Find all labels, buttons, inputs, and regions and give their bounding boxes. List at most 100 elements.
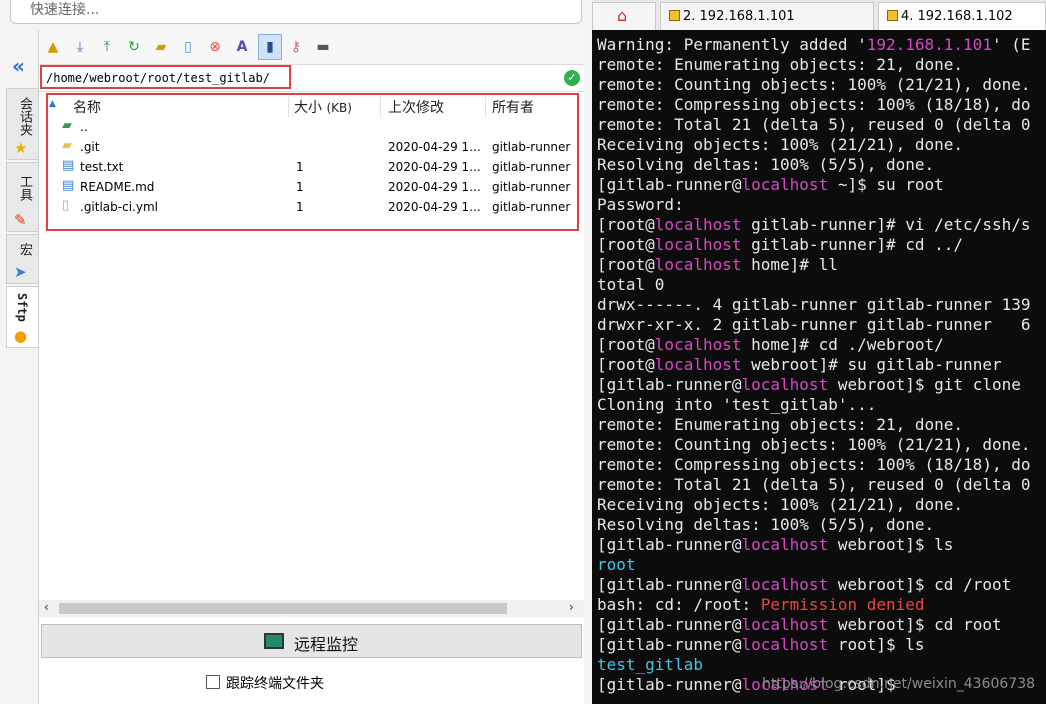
terminal-output[interactable]: Warning: Permanently added '192.168.1.10… [592,30,1046,704]
side-tab-macros[interactable]: 宏 ➤ [6,234,38,284]
terminal-text: gitlab-runner]# vi /etc/ssh/s [741,215,1031,234]
terminal-text: [gitlab-runner@ [597,615,742,634]
terminal-text: Resolving deltas: 100% (5/5), done. [597,155,935,174]
column-owner-header[interactable]: 所有者 [492,97,534,117]
terminal-text: localhost [654,235,742,254]
file-row[interactable]: ▤ README.md 1 2020-04-29 1... gitlab-run… [48,177,577,197]
terminal-text: webroot]$ ls [828,535,954,554]
side-tab-sessions-label: 会话夹 [17,97,32,136]
file-row[interactable]: ▤ test.txt 1 2020-04-29 1... gitlab-runn… [48,157,577,177]
terminal-line: remote: Counting objects: 100% (21/21), … [597,435,1030,455]
terminal-text: localhost [741,375,829,394]
scrollbar-thumb[interactable] [59,603,507,614]
terminal-text: webroot]$ cd /root [828,575,1012,594]
terminal-text: [gitlab-runner@ [597,175,742,194]
terminal-icon[interactable]: ▬ [314,38,332,56]
file-list: ▲ 名称 大小 (KB) 上次修改 所有者 ▰ .. ▰ .git 2020-0… [46,93,579,231]
follow-terminal-checkbox[interactable] [206,675,220,689]
column-name-header[interactable]: 名称 [73,97,101,117]
tab-session-4[interactable]: 4. 192.168.1.102 [878,2,1046,30]
parent-folder-icon[interactable]: ▲ [44,38,62,56]
file-name: .git [80,140,100,154]
side-tab-macros-label: 宏 [17,243,32,256]
terminal-text: webroot]$ git clone [828,375,1021,394]
terminal-line: [gitlab-runner@localhost ~]$ su root [597,175,944,195]
new-file-icon[interactable]: ▯ [179,38,197,56]
path-input[interactable]: /home/webroot/root/test_gitlab/ [40,65,291,89]
terminal-line: [gitlab-runner@localhost webroot]$ cd ro… [597,615,1002,635]
terminal-text: [gitlab-runner@ [597,375,742,394]
terminal-line: remote: Total 21 (delta 5), reused 0 (de… [597,115,1030,135]
session-icon [669,10,680,21]
file-size: 1 [296,180,304,194]
terminal-text: remote: Counting objects: 100% (21/21), … [597,75,1031,94]
side-tab-tools[interactable]: 工具 ✎ [6,162,38,232]
terminal-line: [root@localhost gitlab-runner]# cd ../ [597,235,963,255]
scroll-left-icon[interactable]: ‹ [44,600,49,614]
file-row[interactable]: ▰ .git 2020-04-29 1... gitlab-runner [48,137,577,157]
terminal-text: [root@ [597,355,655,374]
file-name: test.txt [80,160,124,174]
file-owner: gitlab-runner [492,160,571,174]
column-divider [288,97,289,117]
terminal-line: [root@localhost webroot]# su gitlab-runn… [597,355,1002,375]
properties-icon[interactable]: ▮ [258,34,282,60]
scroll-right-icon[interactable]: › [569,600,574,614]
sftp-globe-icon: ● [14,327,28,345]
side-tab-sftp[interactable]: Sftp ● [6,286,38,348]
sftp-panel: 快速连接... « 会话夹 ★ 工具 ✎ 宏 ➤ Sftp ● ▲ ⤓ ⤒ ↻ … [0,0,592,704]
terminal-text: Receiving objects: 100% (21/21), done. [597,495,964,514]
tab-session-2[interactable]: 2. 192.168.1.101 [660,2,874,30]
wrench-icon: ✎ [14,211,27,229]
upload-icon[interactable]: ⤒ [98,38,116,56]
terminal-text: root]$ ls [828,635,925,654]
remote-monitor-button[interactable]: 远程监控 [41,624,582,658]
sftp-toolbar: ▲ ⤓ ⤒ ↻ ▰ ▯ ⊗ A ▮ ⚷ ▬ [39,30,584,65]
file-name: README.md [80,180,155,194]
terminal-text: [root@ [597,335,655,354]
terminal-text: Password: [597,195,684,214]
terminal-line: Warning: Permanently added '192.168.1.10… [597,35,1030,55]
terminal-text: localhost [741,535,829,554]
terminal-line: [root@localhost home]# cd ./webroot/ [597,335,944,355]
delete-icon[interactable]: ⊗ [206,38,224,56]
path-ok-icon[interactable]: ✓ [564,70,580,86]
file-modified: 2020-04-29 1... [388,200,481,214]
terminal-text: Warning: Permanently added ' [597,35,867,54]
terminal-text: remote: Counting objects: 100% (21/21), … [597,435,1031,454]
collapse-sidebar-icon[interactable]: « [12,54,25,78]
terminal-text: localhost [741,175,829,194]
column-divider [380,97,381,117]
terminal-line: remote: Total 21 (delta 5), reused 0 (de… [597,475,1030,495]
file-owner: gitlab-runner [492,200,571,214]
session-icon [887,10,898,21]
terminal-line: drwx------. 4 gitlab-runner gitlab-runne… [597,295,1030,315]
download-icon[interactable]: ⤓ [71,38,89,56]
terminal-line: remote: Enumerating objects: 21, done. [597,55,963,75]
horizontal-scrollbar[interactable]: ‹ › [39,600,584,617]
terminal-text: remote: Enumerating objects: 21, done. [597,55,964,74]
terminal-text: bash: cd: /root: [597,595,761,614]
terminal-text: [gitlab-runner@ [597,635,742,654]
new-folder-icon[interactable]: ▰ [152,38,170,56]
terminal-text: home]# cd ./webroot/ [741,335,944,354]
terminal-text: localhost [741,575,829,594]
rename-icon[interactable]: A [233,38,251,56]
terminal-line: remote: Compressing objects: 100% (18/18… [597,95,1030,115]
column-size-header[interactable]: 大小 (KB) [294,97,352,117]
file-row[interactable]: ▯ .gitlab-ci.yml 1 2020-04-29 1... gitla… [48,197,577,217]
file-row-parent[interactable]: ▰ .. [48,117,577,137]
terminal-text: drwx------. 4 gitlab-runner gitlab-runne… [597,295,1031,314]
home-icon: ⌂ [617,6,628,25]
refresh-icon[interactable]: ↻ [125,38,143,56]
quick-connect-placeholder: 快速连接... [30,2,100,18]
terminal-line: Cloning into 'test_gitlab'... [597,395,876,415]
key-icon[interactable]: ⚷ [287,38,305,56]
terminal-line: remote: Counting objects: 100% (21/21), … [597,75,1030,95]
side-tab-sessions[interactable]: 会话夹 ★ [6,88,38,160]
column-modified-header[interactable]: 上次修改 [388,97,444,117]
path-bar: /home/webroot/root/test_gitlab/ ✓ [39,65,584,92]
quick-connect-input[interactable]: 快速连接... [10,0,582,24]
sftp-browser: ▲ ⤓ ⤒ ↻ ▰ ▯ ⊗ A ▮ ⚷ ▬ /home/webroot/root… [38,30,584,704]
home-tab[interactable]: ⌂ [592,2,656,30]
